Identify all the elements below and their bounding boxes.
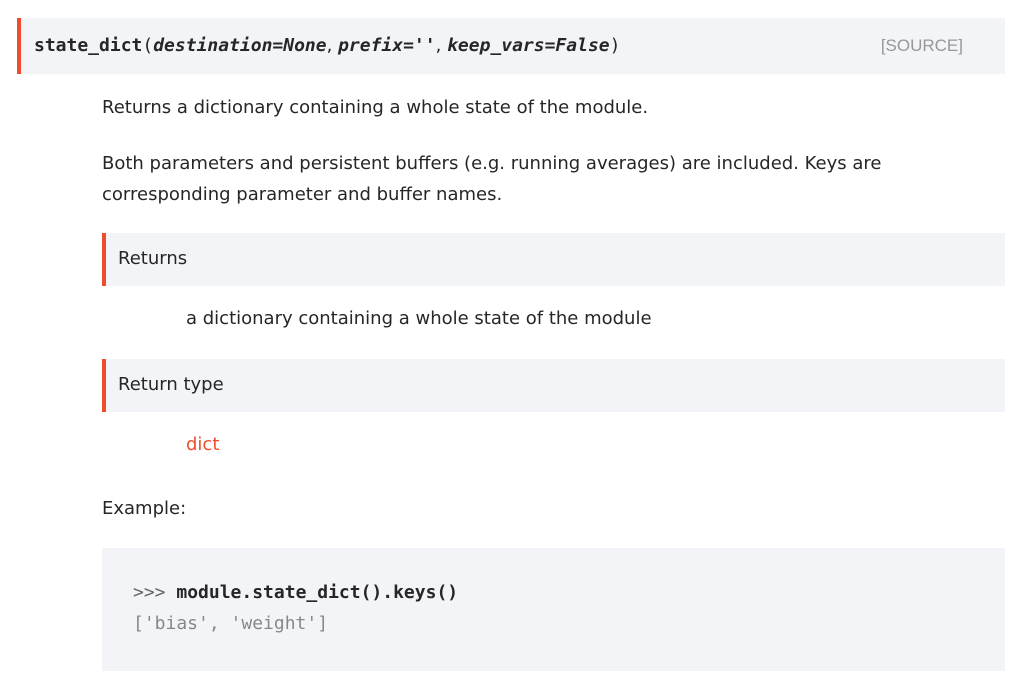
param-keep-vars: keep_vars=False xyxy=(447,35,610,56)
returns-value: a dictionary containing a whole state of… xyxy=(186,308,652,329)
source-link[interactable]: [SOURCE] xyxy=(881,36,963,56)
returns-field-header: Returns xyxy=(102,233,1005,286)
open-paren: ( xyxy=(142,35,154,56)
param-separator: , xyxy=(435,35,448,56)
param-destination: destination=None xyxy=(153,35,327,56)
close-paren: ) xyxy=(609,35,621,56)
code-block: >>> module.state_dict().keys() ['bias', … xyxy=(102,548,1005,671)
code-input-line: >>> module.state_dict().keys() xyxy=(133,581,458,605)
return-type-link[interactable]: dict xyxy=(186,433,219,457)
return-type-label: Return type xyxy=(118,374,224,395)
summary-text: Returns a dictionary containing a whole … xyxy=(102,97,649,118)
details-text: Both parameters and persistent buffers (… xyxy=(102,153,882,205)
code-prompt: >>> xyxy=(133,582,177,603)
signature-text: state_dict(destination=None, prefix='', … xyxy=(34,35,620,57)
return-type-field-header: Return type xyxy=(102,359,1005,412)
code-output-line: ['bias', 'weight'] xyxy=(133,613,329,634)
code-command: module.state_dict().keys() xyxy=(176,582,459,603)
function-signature: state_dict(destination=None, prefix='', … xyxy=(17,18,1005,74)
example-label: Example: xyxy=(102,498,187,519)
function-name: state_dict xyxy=(34,35,143,56)
param-prefix: prefix='' xyxy=(338,35,436,56)
returns-label: Returns xyxy=(118,248,188,269)
param-separator: , xyxy=(326,35,339,56)
